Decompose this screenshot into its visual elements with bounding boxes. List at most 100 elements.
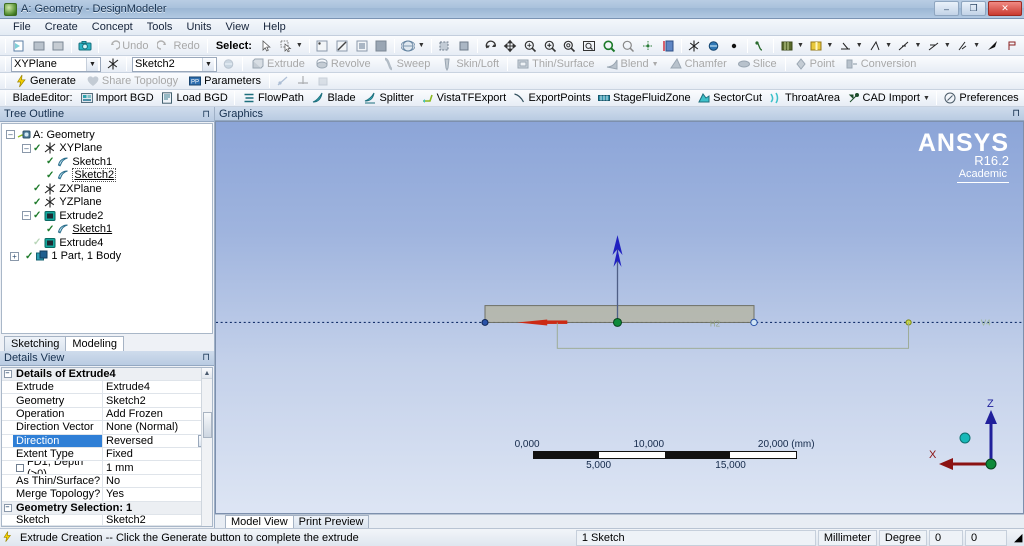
tree-node-sketch1-extrude2[interactable]: ✓ Sketch1 xyxy=(6,223,212,237)
details-row-depth[interactable]: FD1, Depth (>0) 1 mm xyxy=(2,461,212,475)
next-view-icon[interactable] xyxy=(638,38,658,54)
details-row-direction[interactable]: Direction Reversed ▼ xyxy=(2,434,212,449)
details-table[interactable]: – Details of Extrude4 Extrude Extrude4 G… xyxy=(1,366,213,527)
dimension-horizontal-icon[interactable]: ▼ xyxy=(865,38,894,54)
depth-checkbox[interactable] xyxy=(16,463,24,472)
ruler-icon[interactable]: ▼ xyxy=(777,38,806,54)
dimension-vertical-icon[interactable]: ▼ xyxy=(895,38,924,54)
extend-selection-icon[interactable] xyxy=(435,38,455,54)
menu-view[interactable]: View xyxy=(219,20,257,34)
table-row[interactable]: Sketch Sketch2 xyxy=(2,515,212,526)
sector-cut-button[interactable]: SectorCut xyxy=(694,90,766,106)
tab-print-preview[interactable]: Print Preview xyxy=(292,515,370,528)
vista-tf-export-button[interactable]: VistaTFExport xyxy=(418,90,510,106)
expander-collapse[interactable]: – xyxy=(2,502,13,514)
redo-button[interactable]: Redo xyxy=(153,38,204,54)
table-row[interactable]: As Thin/Surface? No xyxy=(2,474,212,489)
tab-modeling[interactable]: Modeling xyxy=(65,335,124,351)
table-row[interactable]: Merge Topology? Yes xyxy=(2,488,212,502)
details-value[interactable]: 1 mm xyxy=(103,461,212,474)
throat-area-button[interactable]: ThroatArea xyxy=(766,90,844,106)
skin-loft-button[interactable]: Skin/Loft xyxy=(435,56,504,72)
pin-icon[interactable]: ⊓ xyxy=(202,109,210,120)
import-bgd-button[interactable]: Import BGD xyxy=(76,90,157,106)
pin-icon[interactable]: ⊓ xyxy=(1012,108,1020,119)
active-sketch-select[interactable]: Sketch2 ▼ xyxy=(132,56,217,72)
flowpath-button[interactable]: FlowPath xyxy=(238,90,307,106)
scroll-up-icon[interactable]: ▲ xyxy=(202,367,212,379)
dimension-radius-icon[interactable]: ▼ xyxy=(953,38,982,54)
direction-dropdown[interactable]: Reversed ▼ xyxy=(103,434,212,447)
new-sketch-icon[interactable] xyxy=(219,56,239,72)
display-plane-icon[interactable] xyxy=(751,38,771,54)
axis-triad[interactable]: Z X xyxy=(925,398,1005,478)
sketch-projection-icon[interactable] xyxy=(273,73,293,89)
menu-create[interactable]: Create xyxy=(38,20,85,34)
tree-node-xyplane[interactable]: – ✓ XYPlane xyxy=(6,142,212,156)
view-orientation-icon[interactable]: ▼ xyxy=(398,38,427,54)
tree-outline[interactable]: – A: Geometry – ✓ XYPlane ✓ Sketch1 ✓ Sk… xyxy=(1,123,213,334)
dimension-angle-icon[interactable] xyxy=(983,38,1003,54)
maximize-button[interactable]: ❐ xyxy=(961,1,986,16)
tree-node-parts-bodies[interactable]: + ✓ 1 Part, 1 Body xyxy=(6,250,212,264)
blade-button[interactable]: Blade xyxy=(307,90,359,106)
tree-node-sketch2-xy[interactable]: ✓ Sketch2 xyxy=(6,168,212,183)
menu-help[interactable]: Help xyxy=(256,20,293,34)
generate-button[interactable]: Generate xyxy=(9,73,81,89)
plane-icon[interactable] xyxy=(685,38,705,54)
menu-file[interactable]: File xyxy=(6,20,38,34)
previous-view-icon[interactable] xyxy=(658,38,678,54)
chevron-down-icon[interactable]: ▼ xyxy=(202,57,214,71)
tree-node-extrude4[interactable]: ✓ Extrude4 xyxy=(6,236,212,250)
table-row[interactable]: Operation Add Frozen xyxy=(2,407,212,422)
expander-collapse[interactable]: – xyxy=(2,368,13,380)
expander-collapse[interactable]: – xyxy=(22,211,31,221)
new-plane-icon[interactable] xyxy=(103,56,123,72)
open-icon[interactable] xyxy=(29,38,49,54)
expander-collapse[interactable]: – xyxy=(22,143,31,153)
export-points-button[interactable]: ExportPoints xyxy=(509,90,594,106)
cad-import-button[interactable]: CAD Import ▼ xyxy=(843,90,933,106)
point-marker-icon[interactable] xyxy=(724,38,744,54)
new-icon[interactable] xyxy=(9,38,29,54)
minimize-button[interactable]: – xyxy=(934,1,959,16)
scroll-thumb[interactable] xyxy=(203,411,212,438)
table-row[interactable]: Direction Vector None (Normal) xyxy=(2,421,212,435)
slice-button[interactable]: Slice xyxy=(732,56,782,72)
resize-grip-icon[interactable]: ◢ xyxy=(1009,530,1023,546)
tree-node-sketch1-xy[interactable]: ✓ Sketch1 xyxy=(6,155,212,169)
tree-node-zxplane[interactable]: ✓ ZXPlane xyxy=(6,182,212,196)
select-face-icon[interactable] xyxy=(352,38,372,54)
dimension-general-icon[interactable]: ▼ xyxy=(836,38,865,54)
splitter-button[interactable]: Splitter xyxy=(360,90,418,106)
save-icon[interactable] xyxy=(48,38,68,54)
zoom-out-icon[interactable] xyxy=(560,38,580,54)
flood-select-icon[interactable] xyxy=(454,38,474,54)
close-button[interactable]: ✕ xyxy=(988,1,1022,16)
undo-button[interactable]: Undo xyxy=(102,38,153,54)
rotate-icon[interactable] xyxy=(481,38,501,54)
chamfer-button[interactable]: Chamfer xyxy=(664,56,732,72)
tree-node-geometry[interactable]: – A: Geometry xyxy=(6,128,212,142)
thin-surface-button[interactable]: Thin/Surface xyxy=(511,56,599,72)
box-select-icon[interactable]: ▼ xyxy=(276,38,305,54)
revolve-button[interactable]: Revolve xyxy=(310,56,376,72)
plane-normal-icon[interactable] xyxy=(293,73,313,89)
details-scrollbar[interactable]: ▲ xyxy=(201,367,212,526)
menu-concept[interactable]: Concept xyxy=(85,20,140,34)
body-icon[interactable] xyxy=(313,73,333,89)
point-button[interactable]: Point xyxy=(789,56,840,72)
parameters-button[interactable]: PP Parameters xyxy=(183,73,266,89)
preferences-button[interactable]: Preferences xyxy=(940,90,1022,106)
expander-expand[interactable]: + xyxy=(10,251,19,261)
pan-icon[interactable] xyxy=(501,38,521,54)
conversion-button[interactable]: Conversion xyxy=(840,56,922,72)
details-category-row[interactable]: – Details of Extrude4 xyxy=(2,367,212,382)
details-category-row[interactable]: – Geometry Selection: 1 xyxy=(2,501,212,515)
extrude-button[interactable]: Extrude xyxy=(246,56,310,72)
table-row[interactable]: Geometry Sketch2 xyxy=(2,394,212,408)
menu-tools[interactable]: Tools xyxy=(140,20,180,34)
pin-icon[interactable]: ⊓ xyxy=(202,352,210,363)
magnifier-icon[interactable] xyxy=(619,38,639,54)
chevron-down-icon[interactable]: ▼ xyxy=(86,57,98,71)
